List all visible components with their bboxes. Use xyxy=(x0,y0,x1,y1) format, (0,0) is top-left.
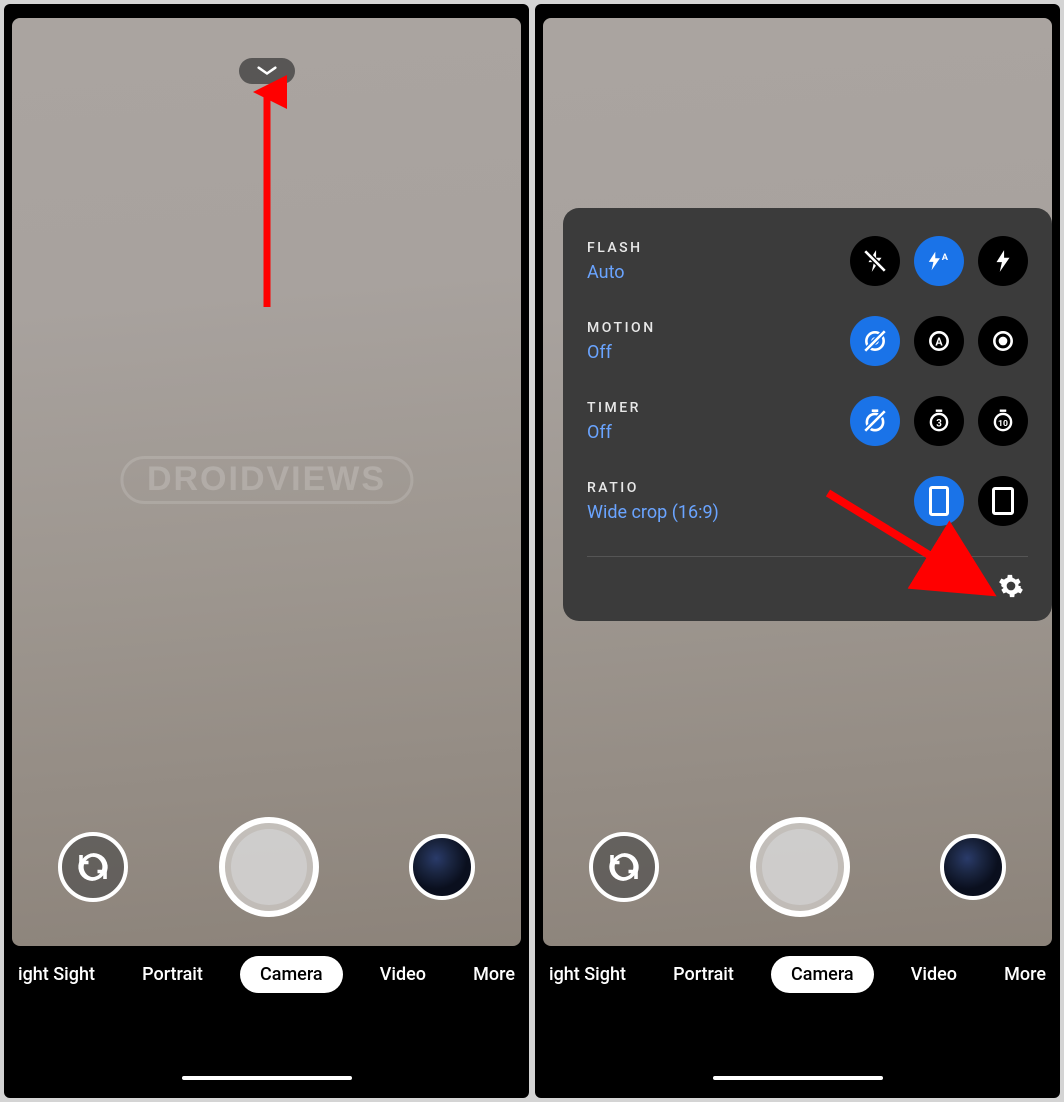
motion-auto-option[interactable]: A xyxy=(914,316,964,366)
flash-auto-icon: A xyxy=(926,248,952,274)
switch-camera-icon xyxy=(75,849,111,885)
switch-camera-icon xyxy=(606,849,642,885)
camera-actions xyxy=(543,812,1052,922)
mode-selector: ight Sight Portrait Camera Video More xyxy=(535,944,1060,1004)
flash-label: FLASH xyxy=(587,240,643,256)
timer-3s-option[interactable]: 3 xyxy=(914,396,964,446)
motion-auto-icon: A xyxy=(926,328,952,354)
motion-on-icon xyxy=(990,328,1016,354)
motion-off-icon xyxy=(862,328,888,354)
flash-row: FLASH Auto A xyxy=(587,236,1028,286)
mode-night-sight[interactable]: ight Sight xyxy=(539,956,636,993)
timer-label: TIMER xyxy=(587,400,641,416)
motion-label: MOTION xyxy=(587,320,656,336)
flash-on-icon xyxy=(990,248,1016,274)
timer-value: Off xyxy=(587,422,641,443)
gallery-thumbnail[interactable] xyxy=(940,834,1006,900)
timer-off-icon xyxy=(862,408,888,434)
mode-camera[interactable]: Camera xyxy=(771,956,874,993)
annotation-arrow-gear xyxy=(823,488,1003,608)
mode-video[interactable]: Video xyxy=(370,956,436,993)
mode-selector: ight Sight Portrait Camera Video More xyxy=(4,944,529,1004)
mode-night-sight[interactable]: ight Sight xyxy=(8,956,105,993)
camera-viewfinder: DROIDVIEWS FLASH Auto xyxy=(543,18,1052,946)
phone-screenshot-right: DROIDVIEWS FLASH Auto xyxy=(535,4,1060,1098)
camera-actions xyxy=(12,812,521,922)
timer-row: TIMER Off xyxy=(587,396,1028,446)
gallery-thumbnail[interactable] xyxy=(409,834,475,900)
mode-more[interactable]: More xyxy=(463,956,525,993)
flash-value: Auto xyxy=(587,262,643,283)
flash-off-option[interactable] xyxy=(850,236,900,286)
motion-on-option[interactable] xyxy=(978,316,1028,366)
switch-camera-button[interactable] xyxy=(58,832,128,902)
motion-off-option[interactable] xyxy=(850,316,900,366)
ratio-label: RATIO xyxy=(587,480,719,496)
svg-text:A: A xyxy=(942,252,949,263)
mode-more[interactable]: More xyxy=(994,956,1056,993)
shutter-button[interactable] xyxy=(219,817,319,917)
mode-camera[interactable]: Camera xyxy=(240,956,343,993)
android-nav-handle[interactable] xyxy=(182,1076,352,1080)
svg-text:3: 3 xyxy=(936,418,942,429)
shutter-button[interactable] xyxy=(750,817,850,917)
svg-text:A: A xyxy=(935,335,943,348)
motion-value: Off xyxy=(587,342,656,363)
motion-row: MOTION Off xyxy=(587,316,1028,366)
svg-text:10: 10 xyxy=(998,419,1008,429)
flash-on-option[interactable] xyxy=(978,236,1028,286)
flash-off-icon xyxy=(862,248,888,274)
watermark-text: DROIDVIEWS xyxy=(120,456,413,504)
mode-video[interactable]: Video xyxy=(901,956,967,993)
android-nav-handle[interactable] xyxy=(713,1076,883,1080)
mode-portrait[interactable]: Portrait xyxy=(663,956,744,993)
mode-portrait[interactable]: Portrait xyxy=(132,956,213,993)
camera-viewfinder: DROIDVIEWS xyxy=(12,18,521,946)
annotation-arrow-up xyxy=(247,72,287,312)
timer-off-option[interactable] xyxy=(850,396,900,446)
flash-auto-option[interactable]: A xyxy=(914,236,964,286)
phone-screenshot-left: DROIDVIEWS xyxy=(4,4,529,1098)
timer-10s-option[interactable]: 10 xyxy=(978,396,1028,446)
timer-3-icon: 3 xyxy=(926,408,952,434)
timer-10-icon: 10 xyxy=(990,408,1016,434)
ratio-value: Wide crop (16:9) xyxy=(587,502,719,523)
switch-camera-button[interactable] xyxy=(589,832,659,902)
